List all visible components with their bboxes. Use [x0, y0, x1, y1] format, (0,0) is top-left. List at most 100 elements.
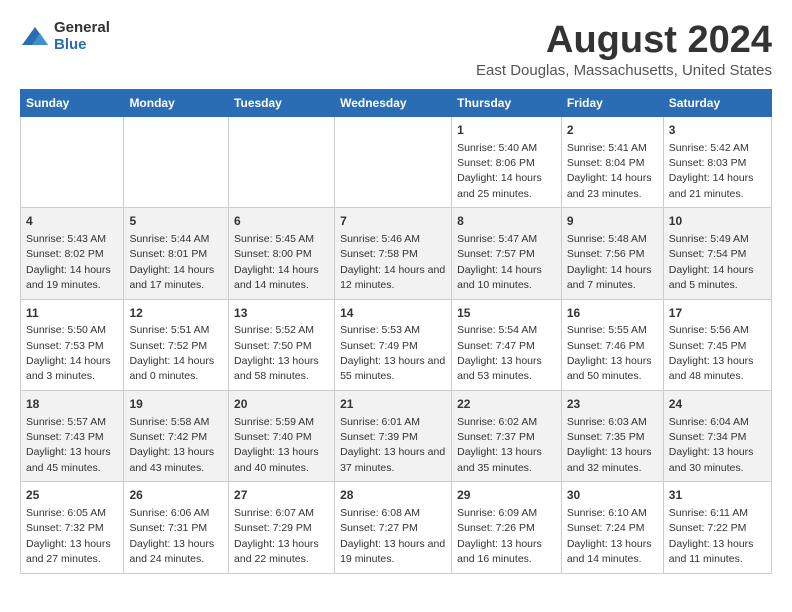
- calendar-week-5: 25Sunrise: 6:05 AMSunset: 7:32 PMDayligh…: [21, 482, 772, 573]
- header-tuesday: Tuesday: [229, 89, 335, 116]
- day-number: 12: [129, 305, 223, 322]
- header-friday: Friday: [561, 89, 663, 116]
- calendar-cell: 4 Sunrise: 5:43 AMSunset: 8:02 PMDaylight…: [21, 208, 124, 299]
- day-number: 16: [567, 305, 658, 322]
- calendar-cell: 3 Sunrise: 5:42 AMSunset: 8:03 PMDaylight…: [663, 116, 771, 207]
- calendar-cell: 2 Sunrise: 5:41 AMSunset: 8:04 PMDaylight…: [561, 116, 663, 207]
- day-info: Sunrise: 5:47 AMSunset: 7:57 PMDaylight:…: [457, 233, 542, 291]
- logo: General Blue: [20, 20, 110, 53]
- logo-icon: [20, 25, 50, 49]
- day-number: 19: [129, 396, 223, 413]
- day-info: Sunrise: 5:45 AMSunset: 8:00 PMDaylight:…: [234, 233, 319, 291]
- day-number: 13: [234, 305, 329, 322]
- day-info: Sunrise: 6:05 AMSunset: 7:32 PMDaylight:…: [26, 507, 111, 565]
- calendar-cell: [335, 116, 452, 207]
- day-info: Sunrise: 5:59 AMSunset: 7:40 PMDaylight:…: [234, 416, 319, 474]
- calendar-cell: 16Sunrise: 5:55 AMSunset: 7:46 PMDayligh…: [561, 299, 663, 390]
- calendar-cell: 12 Sunrise: 5:51 AMSunset: 7:52 PMDayligh…: [124, 299, 229, 390]
- page-title: August 2024: [476, 20, 772, 62]
- day-info: Sunrise: 5:53 AMSunset: 7:49 PMDaylight:…: [340, 324, 445, 382]
- calendar-cell: 5Sunrise: 5:44 AMSunset: 8:01 PMDaylight…: [124, 208, 229, 299]
- calendar-cell: 9 Sunrise: 5:48 AMSunset: 7:56 PMDaylight…: [561, 208, 663, 299]
- day-info: Sunrise: 5:50 AMSunset: 7:53 PMDaylight:…: [26, 324, 111, 382]
- calendar-cell: [229, 116, 335, 207]
- day-info: Sunrise: 5:48 AMSunset: 7:56 PMDaylight:…: [567, 233, 652, 291]
- calendar-cell: 15Sunrise: 5:54 AMSunset: 7:47 PMDayligh…: [452, 299, 562, 390]
- day-number: 21: [340, 396, 446, 413]
- day-number: 20: [234, 396, 329, 413]
- day-number: 29: [457, 487, 556, 504]
- day-info: Sunrise: 6:09 AMSunset: 7:26 PMDaylight:…: [457, 507, 542, 565]
- day-number: 31: [669, 487, 766, 504]
- header-saturday: Saturday: [663, 89, 771, 116]
- day-info: Sunrise: 5:52 AMSunset: 7:50 PMDaylight:…: [234, 324, 319, 382]
- day-number: 3: [669, 122, 766, 139]
- calendar-table: SundayMondayTuesdayWednesdayThursdayFrid…: [20, 89, 772, 574]
- day-number: 2: [567, 122, 658, 139]
- calendar-cell: [21, 116, 124, 207]
- logo-general-text: General: [54, 19, 110, 36]
- calendar-cell: 8 Sunrise: 5:47 AMSunset: 7:57 PMDaylight…: [452, 208, 562, 299]
- day-number: 26: [129, 487, 223, 504]
- calendar-cell: 19 Sunrise: 5:58 AMSunset: 7:42 PMDayligh…: [124, 390, 229, 481]
- day-number: 17: [669, 305, 766, 322]
- day-info: Sunrise: 6:06 AMSunset: 7:31 PMDaylight:…: [129, 507, 214, 565]
- day-number: 23: [567, 396, 658, 413]
- day-info: Sunrise: 5:43 AMSunset: 8:02 PMDaylight:…: [26, 233, 111, 291]
- day-number: 15: [457, 305, 556, 322]
- day-info: Sunrise: 5:57 AMSunset: 7:43 PMDaylight:…: [26, 416, 111, 474]
- day-number: 24: [669, 396, 766, 413]
- calendar-cell: 1Sunrise: 5:40 AMSunset: 8:06 PMDaylight…: [452, 116, 562, 207]
- calendar-week-1: 1Sunrise: 5:40 AMSunset: 8:06 PMDaylight…: [21, 116, 772, 207]
- day-info: Sunrise: 5:58 AMSunset: 7:42 PMDaylight:…: [129, 416, 214, 474]
- header-wednesday: Wednesday: [335, 89, 452, 116]
- day-info: Sunrise: 5:51 AMSunset: 7:52 PMDaylight:…: [129, 324, 214, 382]
- calendar-week-4: 18 Sunrise: 5:57 AMSunset: 7:43 PMDayligh…: [21, 390, 772, 481]
- calendar-cell: 23 Sunrise: 6:03 AMSunset: 7:35 PMDayligh…: [561, 390, 663, 481]
- day-info: Sunrise: 5:41 AMSunset: 8:04 PMDaylight:…: [567, 142, 652, 200]
- day-info: Sunrise: 5:42 AMSunset: 8:03 PMDaylight:…: [669, 142, 754, 200]
- calendar-cell: [124, 116, 229, 207]
- calendar-cell: 25Sunrise: 6:05 AMSunset: 7:32 PMDayligh…: [21, 482, 124, 573]
- day-number: 5: [129, 213, 223, 230]
- day-number: 6: [234, 213, 329, 230]
- day-number: 28: [340, 487, 446, 504]
- day-info: Sunrise: 6:10 AMSunset: 7:24 PMDaylight:…: [567, 507, 652, 565]
- day-info: Sunrise: 6:03 AMSunset: 7:35 PMDaylight:…: [567, 416, 652, 474]
- day-info: Sunrise: 5:46 AMSunset: 7:58 PMDaylight:…: [340, 233, 445, 291]
- header-thursday: Thursday: [452, 89, 562, 116]
- header-sunday: Sunday: [21, 89, 124, 116]
- day-number: 9: [567, 213, 658, 230]
- day-number: 27: [234, 487, 329, 504]
- calendar-cell: 24 Sunrise: 6:04 AMSunset: 7:34 PMDayligh…: [663, 390, 771, 481]
- calendar-cell: 13 Sunrise: 5:52 AMSunset: 7:50 PMDayligh…: [229, 299, 335, 390]
- day-info: Sunrise: 6:01 AMSunset: 7:39 PMDaylight:…: [340, 416, 445, 474]
- logo-blue-text: Blue: [54, 36, 87, 53]
- header-monday: Monday: [124, 89, 229, 116]
- calendar-cell: 20 Sunrise: 5:59 AMSunset: 7:40 PMDayligh…: [229, 390, 335, 481]
- day-number: 11: [26, 305, 118, 322]
- calendar-cell: 31Sunrise: 6:11 AMSunset: 7:22 PMDayligh…: [663, 482, 771, 573]
- title-area: August 2024 East Douglas, Massachusetts,…: [476, 20, 772, 79]
- day-info: Sunrise: 6:07 AMSunset: 7:29 PMDaylight:…: [234, 507, 319, 565]
- calendar-cell: 22Sunrise: 6:02 AMSunset: 7:37 PMDayligh…: [452, 390, 562, 481]
- calendar-cell: 26 Sunrise: 6:06 AMSunset: 7:31 PMDayligh…: [124, 482, 229, 573]
- day-info: Sunrise: 5:56 AMSunset: 7:45 PMDaylight:…: [669, 324, 754, 382]
- calendar-cell: 14 Sunrise: 5:53 AMSunset: 7:49 PMDayligh…: [335, 299, 452, 390]
- day-info: Sunrise: 5:40 AMSunset: 8:06 PMDaylight:…: [457, 142, 542, 200]
- page-subtitle: East Douglas, Massachusetts, United Stat…: [476, 62, 772, 79]
- day-info: Sunrise: 6:04 AMSunset: 7:34 PMDaylight:…: [669, 416, 754, 474]
- calendar-cell: 28Sunrise: 6:08 AMSunset: 7:27 PMDayligh…: [335, 482, 452, 573]
- calendar-cell: 27 Sunrise: 6:07 AMSunset: 7:29 PMDayligh…: [229, 482, 335, 573]
- day-number: 14: [340, 305, 446, 322]
- day-number: 4: [26, 213, 118, 230]
- day-number: 18: [26, 396, 118, 413]
- calendar-header-row: SundayMondayTuesdayWednesdayThursdayFrid…: [21, 89, 772, 116]
- calendar-cell: 29 Sunrise: 6:09 AMSunset: 7:26 PMDayligh…: [452, 482, 562, 573]
- calendar-week-3: 11 Sunrise: 5:50 AMSunset: 7:53 PMDayligh…: [21, 299, 772, 390]
- calendar-cell: 30Sunrise: 6:10 AMSunset: 7:24 PMDayligh…: [561, 482, 663, 573]
- day-number: 10: [669, 213, 766, 230]
- calendar-cell: 21 Sunrise: 6:01 AMSunset: 7:39 PMDayligh…: [335, 390, 452, 481]
- day-info: Sunrise: 5:49 AMSunset: 7:54 PMDaylight:…: [669, 233, 754, 291]
- day-number: 8: [457, 213, 556, 230]
